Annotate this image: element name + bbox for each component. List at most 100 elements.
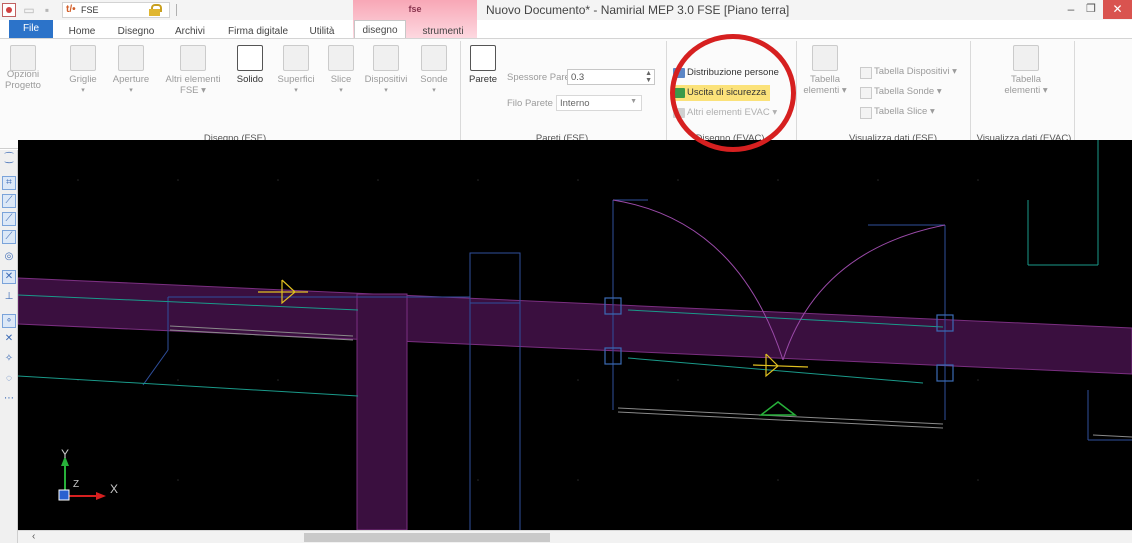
- tabella-sonde-button[interactable]: Tabella Sonde ▾: [860, 85, 942, 99]
- tabella-sonde-label: Tabella Sonde: [874, 86, 935, 97]
- tab-fse-disegno[interactable]: disegno: [354, 20, 406, 40]
- tabella-dispositivi-button[interactable]: Tabella Dispositivi ▾: [860, 65, 957, 79]
- altri-elementi-label: Altri elementi: [165, 74, 221, 85]
- close-button[interactable]: ✕: [1103, 0, 1132, 19]
- filo-parete-value: Interno: [560, 98, 590, 109]
- fse-label: FSE: [180, 85, 199, 96]
- ucs-y-label: Y: [61, 447, 69, 461]
- title-bar: ▭ ▪ t/• FSE fse Nuovo Documento* - Namir…: [0, 0, 1132, 38]
- profile-combo-label: FSE: [81, 5, 99, 15]
- tabella-slice-button[interactable]: Tabella Slice ▾: [860, 105, 935, 119]
- fse-logo-icon: t/•: [66, 4, 76, 15]
- tabella-label: Tabella: [1010, 74, 1042, 85]
- group-separator: [970, 41, 971, 145]
- spessore-parete-value: 0.3: [571, 72, 585, 83]
- chevron-down-icon: ▾: [129, 87, 133, 94]
- sonde-button[interactable]: Sonde ▾: [414, 45, 454, 96]
- left-toolbar: ⁐ ⌗ ⟋ ⟋ ⟋ ◎ ✕ ⊥ ∘ ✕ ✧ ◌ ⋯: [0, 150, 18, 543]
- wall-column: [356, 293, 408, 530]
- filo-parete-label: Filo Parete: [507, 98, 553, 109]
- solido-button[interactable]: Solido: [232, 45, 268, 85]
- toolbar-separator: [176, 4, 177, 16]
- snap-tangent-icon[interactable]: ◌: [2, 372, 16, 386]
- snap-quadrant-icon[interactable]: ✧: [2, 352, 16, 366]
- snap-endpoint-icon[interactable]: ⌗: [2, 176, 16, 190]
- project-options-icon: [10, 45, 36, 71]
- restore-button[interactable]: ❐: [1082, 2, 1100, 18]
- snap-midpoint-icon[interactable]: ⟋: [2, 194, 16, 208]
- spinner-icon[interactable]: ▲ ▼: [645, 70, 652, 84]
- tabella-label: Tabella: [809, 74, 841, 85]
- minimize-button[interactable]: –: [1062, 2, 1080, 18]
- group-separator: [1074, 41, 1075, 145]
- slice-label: Slice: [330, 74, 352, 85]
- table-icon: [1013, 45, 1039, 71]
- window-title: Nuovo Documento* - Namirial MEP 3.0 FSE …: [486, 3, 790, 17]
- snap-perpendicular-icon[interactable]: ⊥: [2, 290, 16, 304]
- probes-icon: [421, 45, 447, 71]
- aperture-button[interactable]: Aperture ▾: [110, 45, 152, 96]
- spessore-parete-input[interactable]: 0.3 ▲ ▼: [567, 69, 655, 85]
- lock-icon[interactable]: [149, 4, 162, 16]
- snap-nearest-icon[interactable]: ⟋: [2, 230, 16, 244]
- snap-extension-icon[interactable]: ⋯: [2, 392, 16, 406]
- other-elements-icon: [180, 45, 206, 71]
- superfici-label: Superfici: [277, 74, 315, 85]
- drawing-canvas[interactable]: Y X Z: [18, 140, 1132, 530]
- snap-line-icon[interactable]: ⟋: [2, 212, 16, 226]
- wall-icon: [470, 45, 496, 71]
- devices-icon: [373, 45, 399, 71]
- tab-file[interactable]: File: [9, 20, 53, 38]
- surface-icon: [283, 45, 309, 71]
- parete-button[interactable]: Parete: [465, 45, 501, 85]
- open-icon[interactable]: ▭: [22, 3, 36, 17]
- save-icon[interactable]: ▪: [40, 3, 54, 17]
- tabella-dispositivi-label: Tabella Dispositivi: [874, 66, 950, 77]
- tabella-elementi-evac-button[interactable]: Tabella elementi ▾: [1000, 45, 1052, 96]
- solid-cube-icon: [237, 45, 263, 71]
- chevron-down-icon: ▾: [432, 87, 436, 94]
- griglie-label: Griglie: [69, 74, 97, 85]
- altri-elementi-fse-button[interactable]: Altri elementi FSE ▾: [160, 45, 226, 96]
- group-separator: [460, 41, 461, 145]
- superfici-button[interactable]: Superfici ▾: [274, 45, 318, 96]
- snap-intersection-icon[interactable]: ✕: [2, 270, 16, 284]
- snap-node-icon[interactable]: ∘: [2, 314, 16, 328]
- group-separator: [666, 41, 667, 145]
- wall-band: [18, 277, 1132, 375]
- grid-icon: [70, 45, 96, 71]
- context-tab-group-label: fse: [408, 4, 422, 14]
- group-separator: [796, 41, 797, 145]
- scroll-left-icon[interactable]: ‹: [32, 531, 44, 543]
- chevron-down-icon: ▾: [294, 87, 298, 94]
- ucs-x-label: X: [110, 482, 118, 496]
- chevron-down-icon: ▾: [81, 87, 85, 94]
- tabella-slice-label: Tabella Slice: [874, 106, 928, 117]
- ucs-z-label: Z: [73, 479, 79, 490]
- ribbon: Opzioni Progetto Griglie ▾ Aperture ▾ Al…: [0, 38, 1132, 149]
- elementi-label: elementi: [803, 85, 840, 96]
- slice-button[interactable]: Slice ▾: [324, 45, 358, 96]
- dispositivi-button[interactable]: Dispositivi ▾: [362, 45, 410, 96]
- snap-cross-icon[interactable]: ✕: [2, 332, 16, 346]
- filo-parete-select[interactable]: Interno ▼: [556, 95, 642, 111]
- ribbon-tabs: File Home Disegno Archivi Firma digitale…: [0, 20, 1132, 40]
- snap-center-icon[interactable]: ◎: [2, 250, 16, 264]
- pointer-icon[interactable]: ⁐: [2, 152, 16, 166]
- ucs-icon: [58, 456, 106, 501]
- chevron-down-icon: ▾: [384, 87, 388, 94]
- profile-combo[interactable]: t/• FSE: [62, 2, 170, 18]
- scrollbar-thumb[interactable]: [304, 533, 550, 542]
- slice-icon: [328, 45, 354, 71]
- progetto-label: Progetto: [5, 80, 41, 91]
- sonde-label: Sonde: [420, 74, 448, 85]
- griglie-button[interactable]: Griglie ▾: [64, 45, 102, 96]
- solido-label: Solido: [236, 74, 264, 85]
- parete-label: Parete: [469, 74, 497, 85]
- aperture-label: Aperture: [112, 74, 150, 85]
- horizontal-scrollbar[interactable]: ‹: [18, 530, 1132, 543]
- opzioni-progetto-button[interactable]: Opzioni Progetto: [2, 45, 44, 91]
- tabella-elementi-fse-button[interactable]: Tabella elementi ▾: [802, 45, 848, 96]
- app-icon[interactable]: [2, 3, 16, 17]
- dispositivi-label: Dispositivi: [364, 74, 408, 85]
